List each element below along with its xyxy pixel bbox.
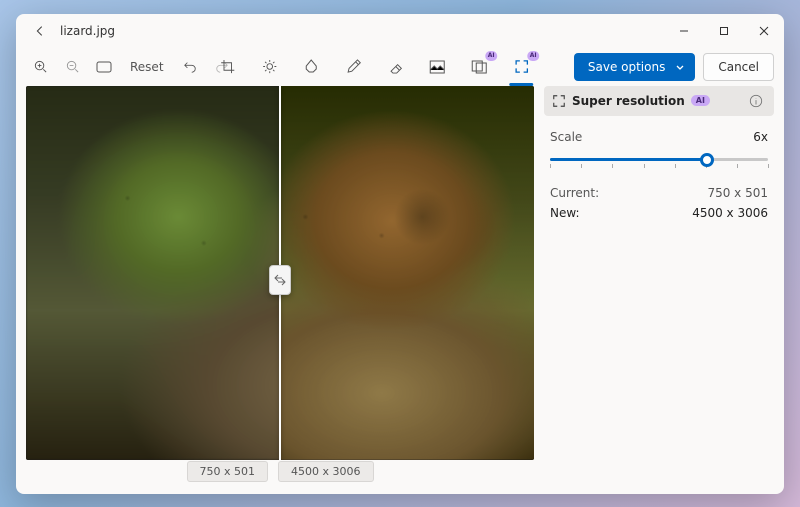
scale-slider[interactable]	[550, 150, 768, 170]
chevron-down-icon	[675, 62, 685, 72]
background-button[interactable]	[423, 53, 451, 81]
fit-button[interactable]	[90, 53, 118, 81]
image-compare-canvas	[26, 86, 534, 460]
current-value: 750 x 501	[707, 186, 768, 200]
fit-icon	[96, 60, 112, 74]
background-icon	[429, 60, 445, 74]
info-icon	[749, 94, 763, 108]
compare-handle-icon	[274, 273, 286, 287]
save-label: Save options	[588, 60, 665, 74]
zoom-out-button[interactable]	[58, 53, 86, 81]
super-resolution-button[interactable]: AI	[507, 53, 535, 81]
new-value: 4500 x 3006	[692, 206, 768, 220]
crop-icon	[220, 59, 235, 74]
ai-badge-icon: AI	[485, 51, 497, 61]
cancel-label: Cancel	[718, 60, 759, 74]
scale-value: 6x	[753, 130, 768, 144]
maximize-button[interactable]	[704, 14, 744, 48]
maximize-icon	[719, 26, 729, 36]
filter-icon	[304, 59, 318, 74]
back-button[interactable]	[28, 19, 52, 43]
expand-icon	[552, 94, 566, 108]
edit-tools: AI AI	[213, 53, 535, 81]
crop-button[interactable]	[213, 53, 241, 81]
filename-label: lizard.jpg	[60, 24, 115, 38]
zoom-in-icon	[33, 59, 48, 74]
markup-button[interactable]	[339, 53, 367, 81]
side-panel: Super resolution AI Scale 6x	[544, 86, 774, 484]
app-window: lizard.jpg Reset AI AI Save options	[16, 14, 784, 494]
brightness-icon	[262, 59, 277, 74]
panel-title: Super resolution	[572, 94, 685, 108]
erase-button[interactable]	[381, 53, 409, 81]
compare-handle[interactable]	[269, 265, 291, 295]
info-button[interactable]	[746, 91, 766, 111]
zoom-in-button[interactable]	[26, 53, 54, 81]
panel-body: Scale 6x Current: 750 x 501 New:	[544, 116, 774, 240]
close-icon	[759, 26, 769, 36]
filter-button[interactable]	[297, 53, 325, 81]
scale-label: Scale	[550, 130, 582, 144]
arrow-left-icon	[33, 24, 47, 38]
titlebar: lizard.jpg	[16, 14, 784, 48]
new-label: New:	[550, 206, 580, 220]
undo-button[interactable]	[176, 53, 204, 81]
ai-badge-icon: AI	[527, 51, 539, 61]
new-dimension-tag: 4500 x 3006	[278, 461, 374, 482]
canvas-column: 750 x 501 4500 x 3006	[26, 86, 534, 484]
dimension-tags: 750 x 501 4500 x 3006	[26, 460, 534, 484]
expand-icon	[514, 59, 529, 74]
close-button[interactable]	[744, 14, 784, 48]
cancel-button[interactable]: Cancel	[703, 53, 774, 81]
minimize-button[interactable]	[664, 14, 704, 48]
reset-button[interactable]: Reset	[122, 53, 172, 81]
eraser-icon	[388, 59, 403, 74]
undo-icon	[183, 60, 197, 74]
save-options-button[interactable]: Save options	[574, 53, 695, 81]
reset-label: Reset	[130, 60, 164, 74]
ai-badge: AI	[691, 95, 710, 106]
adjust-button[interactable]	[255, 53, 283, 81]
zoom-out-icon	[65, 59, 80, 74]
original-dimension-tag: 750 x 501	[187, 461, 269, 482]
panel-header: Super resolution AI	[544, 86, 774, 116]
window-controls	[664, 14, 784, 48]
toolbar: Reset AI AI Save options Cancel	[16, 48, 784, 86]
image-ai-icon	[471, 60, 487, 74]
current-label: Current:	[550, 186, 599, 200]
pencil-icon	[346, 59, 361, 74]
generative-ai-button[interactable]: AI	[465, 53, 493, 81]
slider-thumb[interactable]	[700, 153, 714, 167]
minimize-icon	[679, 26, 689, 36]
content-area: 750 x 501 4500 x 3006 Super resolution A…	[16, 86, 784, 494]
